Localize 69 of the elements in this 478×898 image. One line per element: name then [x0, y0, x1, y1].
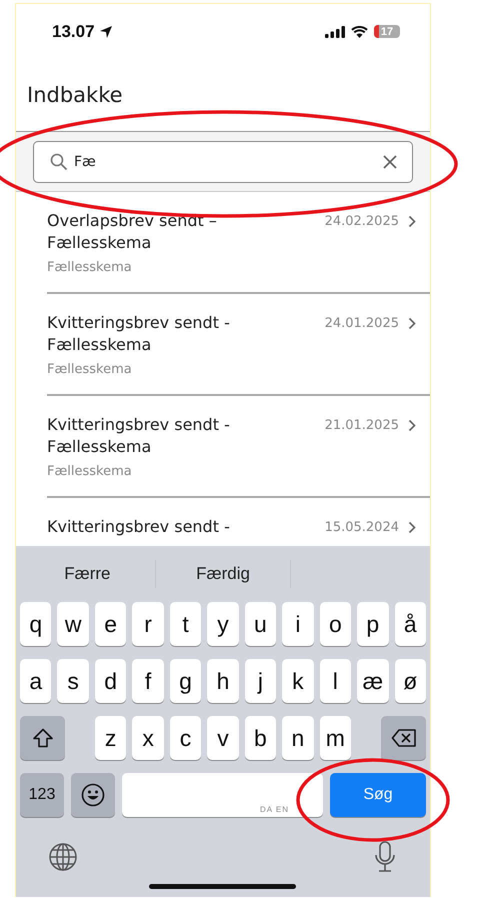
suggestion[interactable]: Færdig: [196, 564, 250, 584]
message-item[interactable]: Kvitteringsbrev sendt - Fællesskema Fællesskema 21.01.2025: [47, 396, 430, 498]
message-sender: Fællesskema: [47, 259, 133, 277]
close-icon[interactable]: [382, 154, 398, 170]
wifi-icon: [351, 26, 368, 38]
language-hint: DA EN: [260, 805, 289, 814]
backspace-icon: [390, 728, 416, 748]
smiley-icon: [81, 783, 105, 807]
keyboard-key[interactable]: k: [282, 659, 314, 703]
message-date: 21.01.2025: [324, 418, 399, 432]
message-sender: Fællesskema: [47, 361, 133, 379]
shift-key[interactable]: [20, 716, 65, 760]
keyboard-key[interactable]: y: [207, 602, 239, 646]
globe-icon[interactable]: [48, 842, 78, 872]
keyboard-key[interactable]: q: [20, 602, 52, 646]
search-key[interactable]: Søg: [330, 773, 426, 817]
keyboard-key[interactable]: f: [132, 659, 164, 703]
keyboard-key[interactable]: w: [57, 602, 89, 646]
keyboard-key[interactable]: p: [357, 602, 389, 646]
message-title: Overlapsbrev sendt – Fællesskema: [47, 210, 218, 254]
clock-time: 13.07: [52, 22, 95, 42]
message-item[interactable]: Overlapsbrev sendt – Fællesskema Fællesskema 24.02.2025: [47, 192, 430, 294]
keyboard-key[interactable]: v: [207, 716, 239, 760]
page-title: Indbakke: [27, 83, 123, 107]
message-item[interactable]: Kvitteringsbrev sendt - Fællesskema Fællesskema 24.01.2025: [47, 294, 430, 396]
keyboard-key[interactable]: n: [282, 716, 314, 760]
keyboard-key[interactable]: s: [57, 659, 89, 703]
chevron-right-icon: [408, 316, 416, 330]
delete-key[interactable]: [381, 716, 426, 760]
keyboard-key[interactable]: æ: [357, 659, 389, 703]
message-date: 24.02.2025: [324, 214, 399, 228]
shift-arrow-icon: [32, 728, 54, 748]
keyboard-key[interactable]: t: [170, 602, 202, 646]
chevron-right-icon: [408, 520, 416, 534]
signal-icon: [325, 26, 345, 38]
keyboard-key[interactable]: e: [94, 602, 126, 646]
message-sender: Fællesskema: [47, 463, 133, 481]
keyboard-key[interactable]: b: [244, 716, 276, 760]
message-date: 24.01.2025: [324, 316, 399, 330]
suggestion[interactable]: Færre: [64, 564, 110, 584]
keyboard-key[interactable]: r: [132, 602, 164, 646]
battery-indicator: 17: [374, 25, 400, 38]
location-arrow-icon: [98, 24, 113, 38]
keyboard-key[interactable]: u: [244, 602, 276, 646]
keyboard-key[interactable]: o: [320, 602, 352, 646]
keyboard-key[interactable]: x: [132, 716, 164, 760]
message-date: 15.05.2024: [324, 520, 399, 534]
chevron-right-icon: [408, 418, 416, 432]
keyboard-key[interactable]: å: [394, 602, 426, 646]
search-field[interactable]: Fæ: [33, 140, 413, 182]
keyboard-key[interactable]: z: [94, 716, 126, 760]
keyboard-key[interactable]: i: [282, 602, 314, 646]
emoji-key[interactable]: [71, 773, 115, 817]
keyboard-key[interactable]: m: [320, 716, 352, 760]
keyboard-key[interactable]: j: [244, 659, 276, 703]
search-icon: [50, 152, 68, 170]
chevron-right-icon: [408, 214, 416, 228]
keyboard-key[interactable]: d: [94, 659, 126, 703]
message-title: Kvitteringsbrev sendt - Fællesskema: [47, 312, 231, 356]
keyboard-key[interactable]: ø: [394, 659, 426, 703]
keyboard-key[interactable]: g: [170, 659, 202, 703]
message-title: Kvitteringsbrev sendt -: [47, 516, 231, 538]
keyboard-key[interactable]: h: [207, 659, 239, 703]
keyboard-key[interactable]: c: [170, 716, 202, 760]
message-title: Kvitteringsbrev sendt - Fællesskema: [47, 414, 231, 458]
keyboard-key[interactable]: a: [20, 659, 52, 703]
microphone-icon[interactable]: [374, 841, 396, 873]
keyboard-key[interactable]: l: [320, 659, 352, 703]
numbers-key[interactable]: 123: [20, 773, 64, 817]
